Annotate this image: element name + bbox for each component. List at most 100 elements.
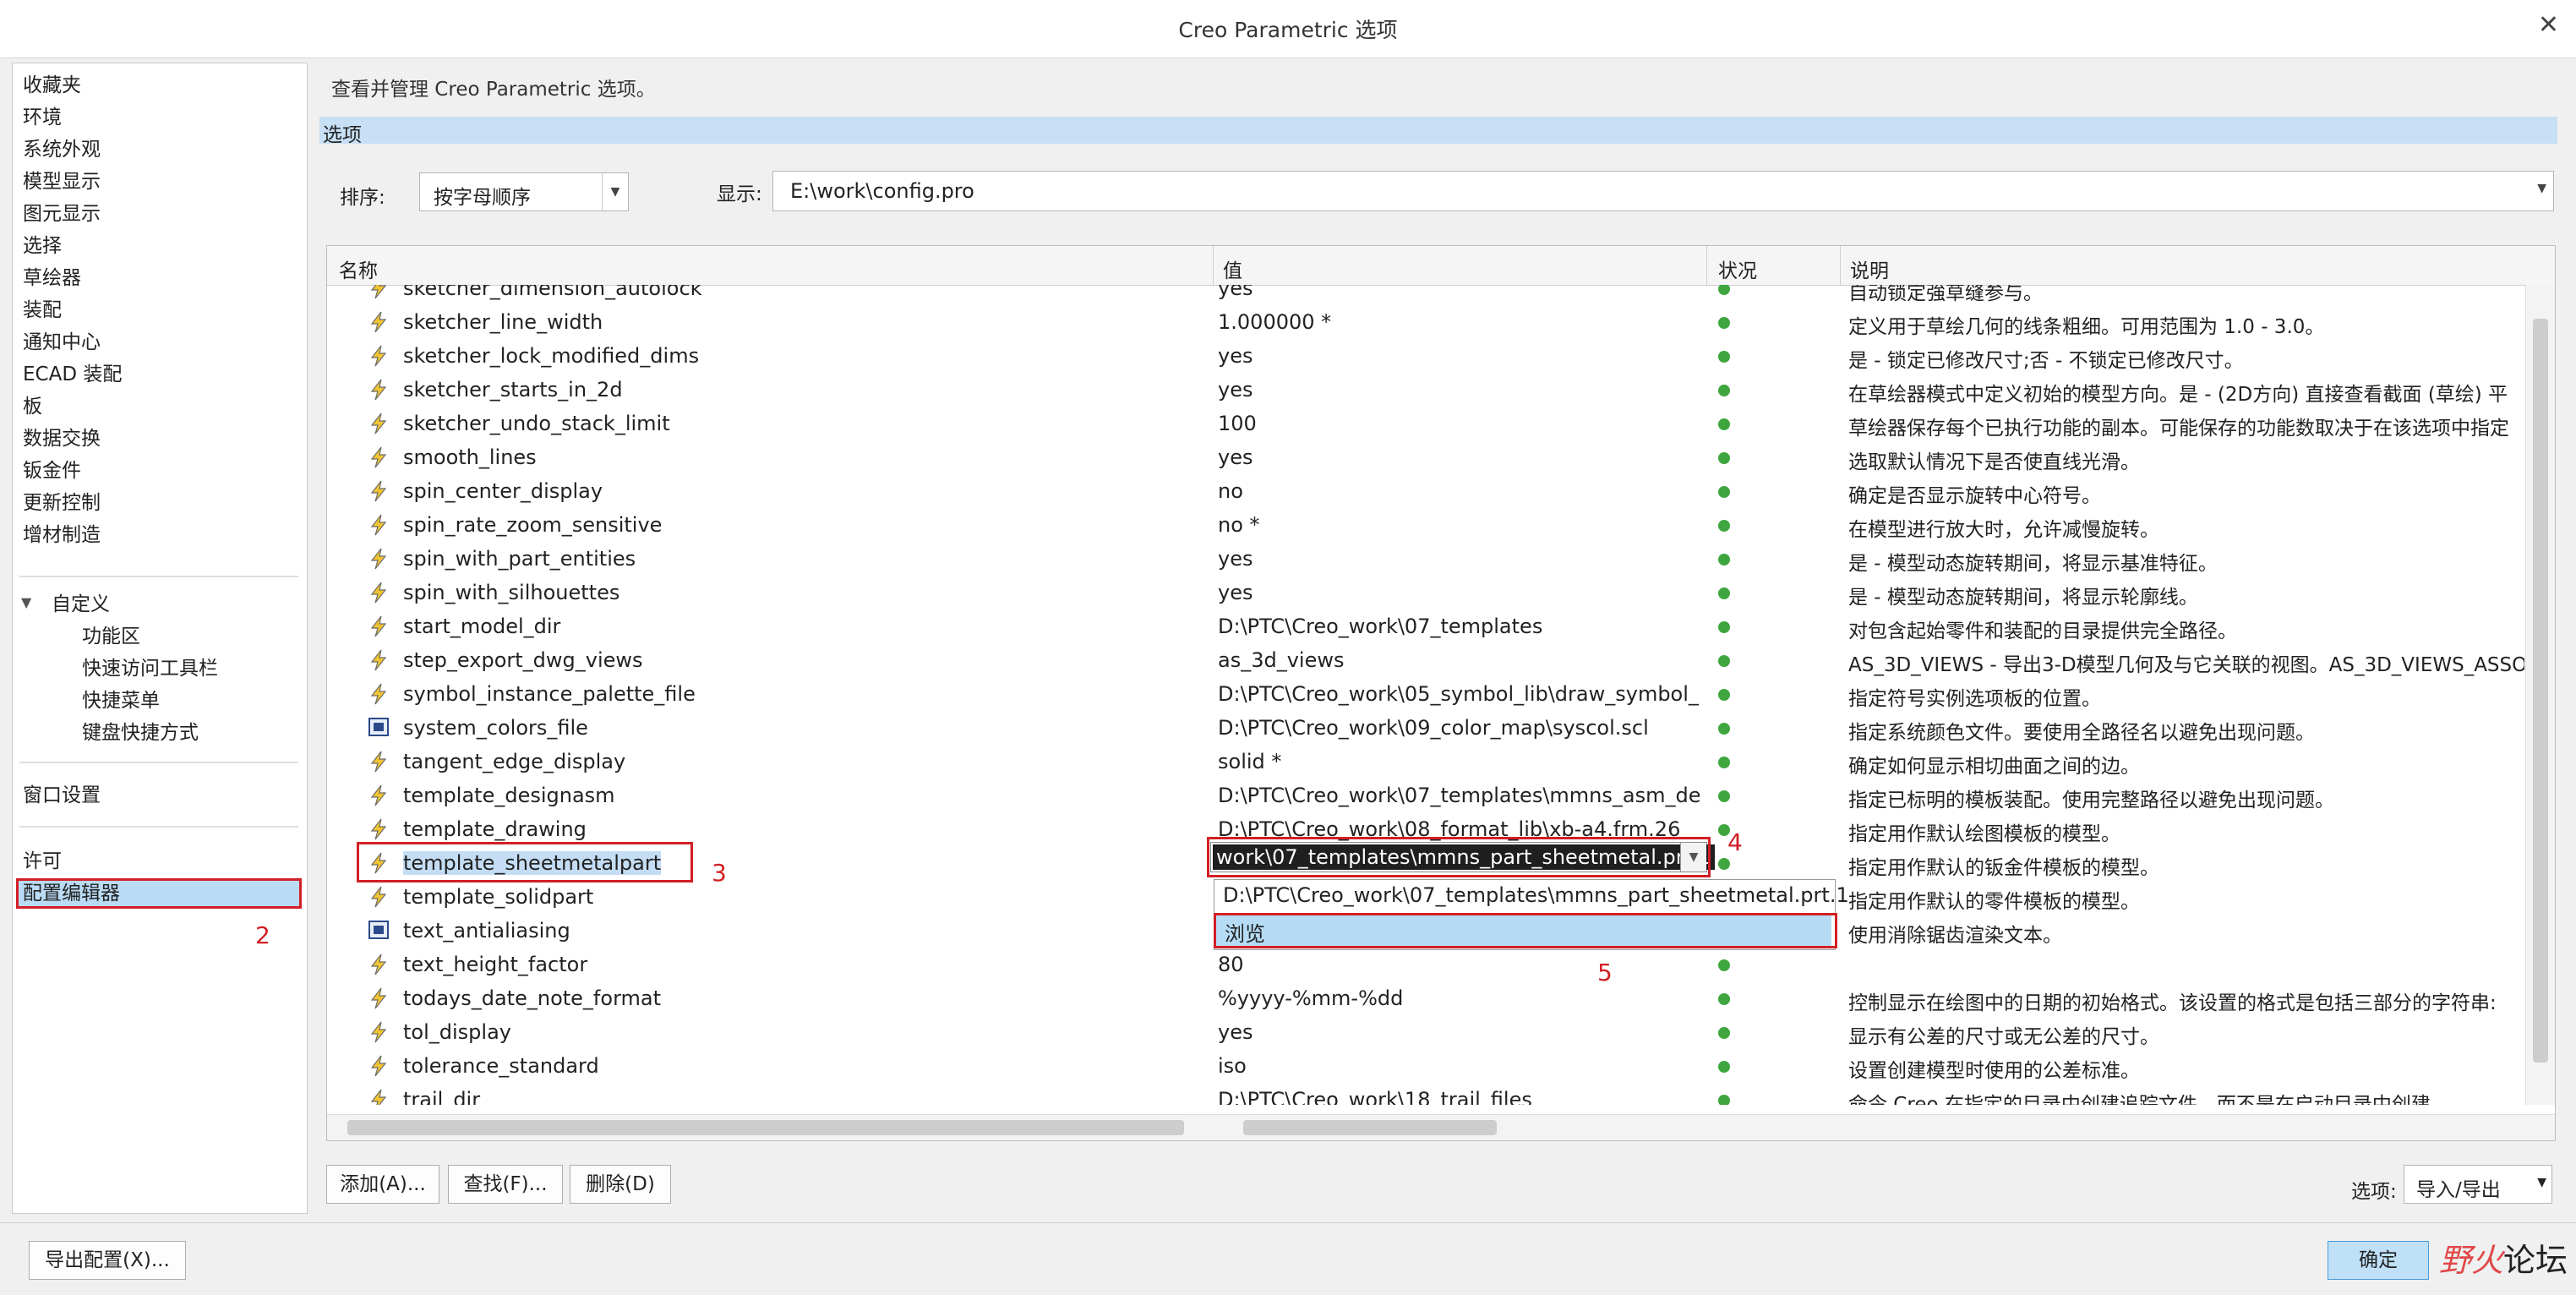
option-name[interactable]: spin_center_display <box>403 479 603 503</box>
header-name[interactable]: 名称 <box>339 254 378 283</box>
nav-item-license[interactable]: 许可 <box>23 844 62 873</box>
nav-subitem[interactable]: 快速访问工具栏 <box>82 652 218 680</box>
vertical-scrollbar[interactable] <box>2525 285 2555 1105</box>
nav-group-custom[interactable]: 自定义 <box>52 587 110 616</box>
option-name[interactable]: text_antialiasing <box>403 919 570 943</box>
table-row[interactable]: tol_display yes 显示有公差的尺寸或无公差的尺寸。 <box>327 1015 2524 1049</box>
nav-item[interactable]: 选择 <box>23 229 62 258</box>
table-row[interactable]: start_model_dir D:\PTC\Creo_work\07_templ… <box>327 609 2524 643</box>
option-name[interactable]: smooth_lines <box>403 445 537 469</box>
option-name[interactable]: tolerance_standard <box>403 1054 599 1078</box>
option-value[interactable]: D:\PTC\Creo_work\07_templates\mmns_asm_d… <box>1218 784 1700 807</box>
sort-select[interactable]: 按字母顺序 ▼ <box>419 172 629 211</box>
table-row[interactable]: spin_rate_zoom_sensitive no * 在模型进行放大时，允许减… <box>327 508 2524 542</box>
table-row[interactable]: sketcher_dimension_autolock yes 自动锁定強草缝参与。 <box>327 285 2524 305</box>
option-name[interactable]: sketcher_starts_in_2d <box>403 378 623 402</box>
option-name[interactable]: spin_with_part_entities <box>403 547 636 571</box>
nav-item[interactable]: 更新控制 <box>23 486 101 515</box>
nav-item-config-editor[interactable]: 配置编辑器 <box>23 877 120 905</box>
option-value[interactable]: yes <box>1218 285 1700 300</box>
table-row[interactable]: system_colors_file D:\PTC\Creo_work\09_co… <box>327 711 2524 745</box>
table-row[interactable]: trail_dir D:\PTC\Creo_work\18_trail_files… <box>327 1083 2524 1105</box>
nav-item[interactable]: 装配 <box>23 293 62 322</box>
nav-item[interactable]: 钣金件 <box>23 454 81 483</box>
import-export-select[interactable]: 导入/导出 ▼ <box>2404 1165 2552 1204</box>
nav-item[interactable]: 板 <box>23 390 42 418</box>
chevron-down-icon[interactable]: ▼ <box>602 173 628 210</box>
table-row[interactable]: template_designasm D:\PTC\Creo_work\07_te… <box>327 779 2524 812</box>
delete-button[interactable]: 删除(D) <box>570 1165 671 1204</box>
chevron-down-icon[interactable]: ▼ <box>2537 1176 2546 1189</box>
table-row[interactable]: text_height_factor 80 <box>327 948 2524 981</box>
show-file-select[interactable]: E:\work\config.pro ▼ <box>772 171 2554 211</box>
option-name[interactable]: system_colors_file <box>403 716 588 740</box>
add-button[interactable]: 添加(A)... <box>326 1165 439 1204</box>
option-value[interactable]: no <box>1218 479 1700 503</box>
table-row[interactable]: sketcher_line_width 1.000000 * 定义用于草绘几何的线条… <box>327 305 2524 339</box>
option-value[interactable]: iso <box>1218 1054 1700 1078</box>
expand-triangle-icon[interactable]: ▼ <box>21 594 31 610</box>
table-row[interactable]: symbol_instance_palette_file D:\PTC\Creo_… <box>327 677 2524 711</box>
nav-subitem[interactable]: 键盘快捷方式 <box>82 716 199 745</box>
option-name[interactable]: sketcher_dimension_autolock <box>403 285 702 300</box>
nav-subitem[interactable]: 功能区 <box>82 620 140 648</box>
option-name[interactable]: spin_rate_zoom_sensitive <box>403 513 662 537</box>
table-row[interactable]: todays_date_note_format %yyyy-%mm-%dd 控制显示… <box>327 981 2524 1015</box>
option-value[interactable]: solid * <box>1218 750 1700 773</box>
nav-item[interactable]: 数据交换 <box>23 422 101 451</box>
option-value[interactable]: no * <box>1218 513 1700 537</box>
horizontal-scrollbar[interactable] <box>327 1114 2555 1140</box>
option-name[interactable]: sketcher_lock_modified_dims <box>403 344 699 368</box>
nav-subitem[interactable]: 快捷菜单 <box>82 684 160 713</box>
table-row[interactable]: sketcher_lock_modified_dims yes 是 - 锁定已修改尺… <box>327 339 2524 373</box>
table-row[interactable]: sketcher_undo_stack_limit 100 草绘器保存每个已执行功能… <box>327 407 2524 440</box>
option-name[interactable]: spin_with_silhouettes <box>403 581 619 604</box>
option-value[interactable]: yes <box>1218 445 1700 469</box>
option-value[interactable]: yes <box>1218 1020 1700 1044</box>
option-name[interactable]: tangent_edge_display <box>403 750 625 773</box>
option-value[interactable]: yes <box>1218 378 1700 402</box>
option-value[interactable]: 100 <box>1218 412 1700 435</box>
option-name[interactable]: symbol_instance_palette_file <box>403 682 696 706</box>
table-row[interactable]: step_export_dwg_views as_3d_views AS_3D_VI… <box>327 643 2524 677</box>
option-value[interactable]: yes <box>1218 344 1700 368</box>
option-value[interactable]: D:\PTC\Creo_work\05_symbol_lib\draw_symb… <box>1218 682 1700 706</box>
header-value[interactable]: 值 <box>1223 254 1242 283</box>
nav-item[interactable]: 系统外观 <box>23 133 101 161</box>
nav-item-window-settings[interactable]: 窗口设置 <box>23 779 101 807</box>
table-row[interactable]: smooth_lines yes 选取默认情况下是否使直线光滑。 <box>327 440 2524 474</box>
option-value[interactable]: yes <box>1218 581 1700 604</box>
nav-item[interactable]: 增材制造 <box>23 518 101 547</box>
table-row[interactable]: tolerance_standard iso 设置创建模型时使用的公差标准。 <box>327 1049 2524 1083</box>
chevron-down-icon[interactable]: ▼ <box>2537 182 2546 195</box>
find-button[interactable]: 查找(F)... <box>448 1165 563 1204</box>
ok-button[interactable]: 确定 <box>2328 1241 2429 1280</box>
option-value[interactable]: D:\PTC\Creo_work\07_templates <box>1218 615 1700 638</box>
table-row[interactable]: spin_center_display no 确定是否显示旋转中心符号。 <box>327 474 2524 508</box>
table-row[interactable]: spin_with_silhouettes yes 是 - 模型动态旋转期间，将显示… <box>327 576 2524 609</box>
nav-item[interactable]: 通知中心 <box>23 325 101 354</box>
nav-item[interactable]: ECAD 装配 <box>23 358 122 386</box>
option-name[interactable]: trail_dir <box>403 1088 480 1105</box>
option-name[interactable]: step_export_dwg_views <box>403 648 643 672</box>
nav-item[interactable]: 环境 <box>23 101 62 129</box>
close-icon[interactable]: ✕ <box>2538 10 2559 40</box>
header-status[interactable]: 状况 <box>1718 254 1757 283</box>
nav-item[interactable]: 图元显示 <box>23 197 101 226</box>
option-value[interactable]: yes <box>1218 547 1700 571</box>
option-value[interactable]: %yyyy-%mm-%dd <box>1218 986 1700 1010</box>
option-name[interactable]: sketcher_undo_stack_limit <box>403 412 670 435</box>
table-row[interactable]: tangent_edge_display solid * 确定如何显示相切曲面之间的… <box>327 745 2524 779</box>
option-name[interactable]: tol_display <box>403 1020 511 1044</box>
option-value[interactable]: 1.000000 * <box>1218 310 1700 334</box>
table-row[interactable]: spin_with_part_entities yes 是 - 模型动态旋转期间，将… <box>327 542 2524 576</box>
table-row[interactable]: sketcher_starts_in_2d yes 在草绘器模式中定义初始的模型方向… <box>327 373 2524 407</box>
option-name[interactable]: text_height_factor <box>403 953 587 976</box>
option-value[interactable]: D:\PTC\Creo_work\18_trail_files <box>1218 1088 1700 1105</box>
option-value[interactable]: D:\PTC\Creo_work\09_color_map\syscol.scl <box>1218 716 1700 740</box>
dropdown-option-path[interactable]: D:\PTC\Creo_work\07_templates\mmns_part_… <box>1223 883 1849 907</box>
option-name[interactable]: start_model_dir <box>403 615 560 638</box>
nav-item[interactable]: 收藏夹 <box>23 68 81 97</box>
nav-item[interactable]: 草绘器 <box>23 261 81 290</box>
header-desc[interactable]: 说明 <box>1850 254 1889 283</box>
